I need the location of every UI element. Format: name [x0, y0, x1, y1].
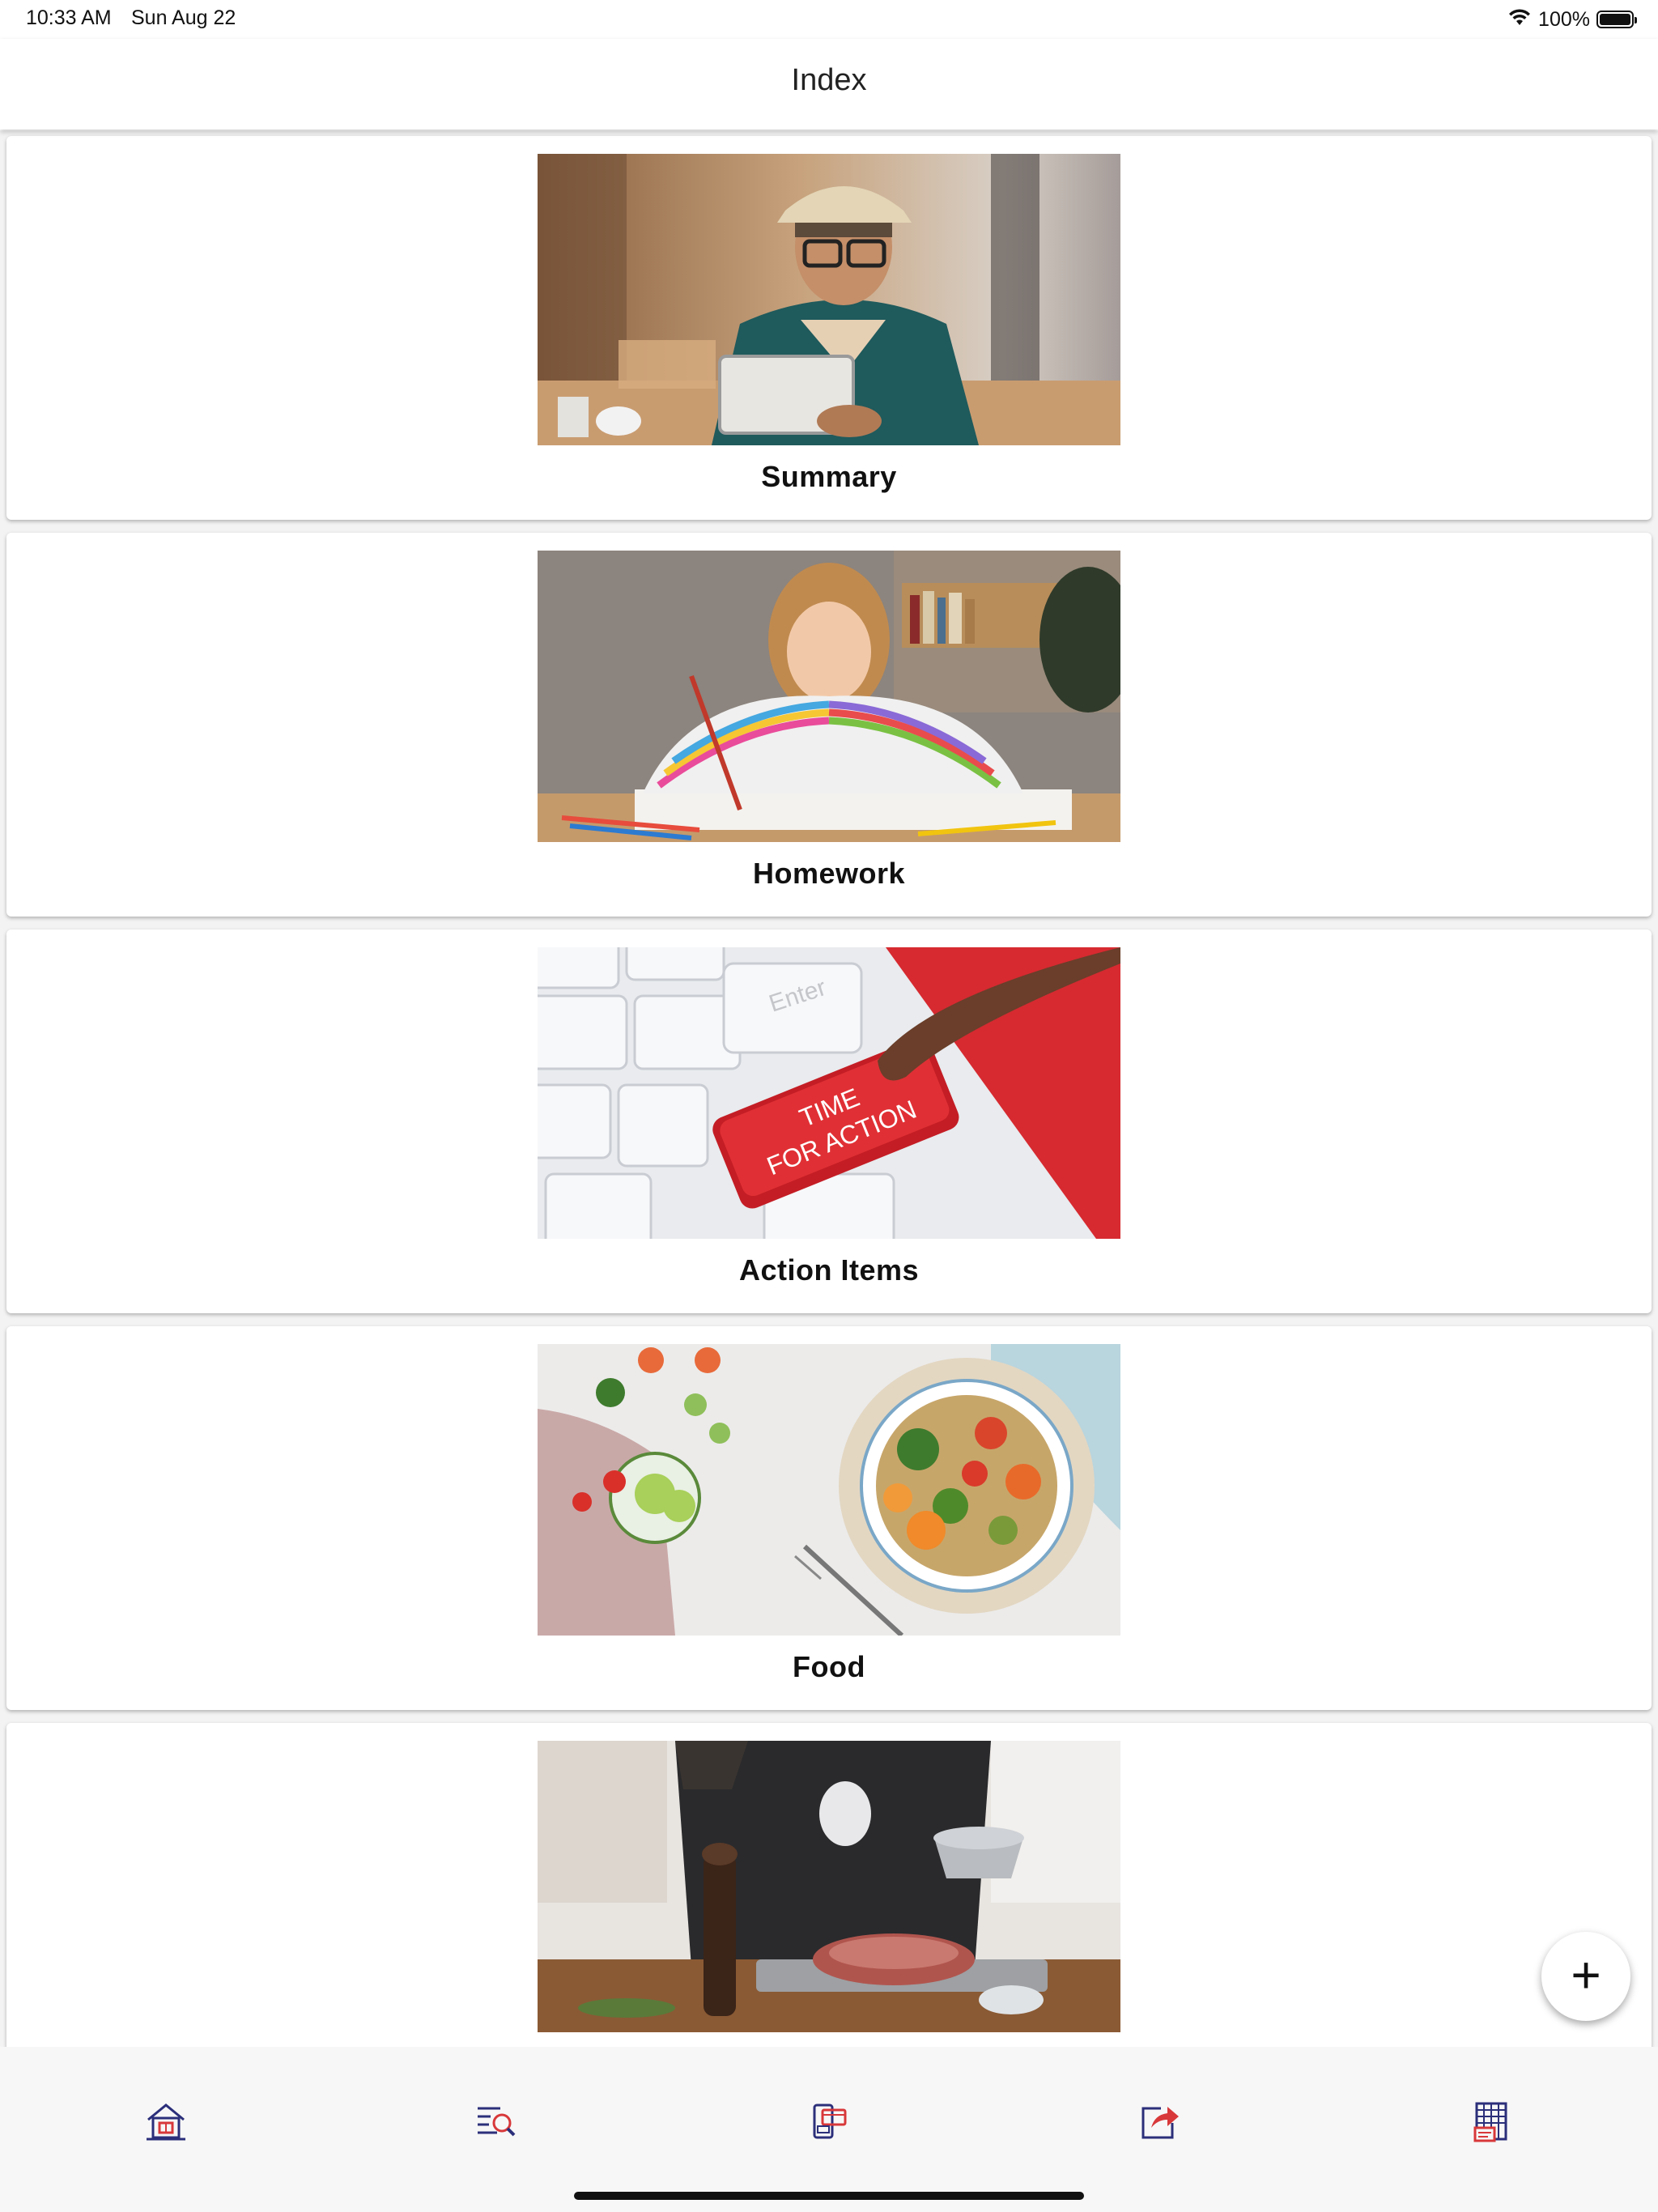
- page-title: Index: [791, 63, 867, 97]
- battery-icon: [1596, 11, 1637, 28]
- card-label: Summary: [761, 460, 897, 493]
- home-icon: [143, 2099, 189, 2148]
- status-bar: 10:33 AM Sun Aug 22 100%: [0, 0, 1658, 39]
- card-cooking[interactable]: [6, 1723, 1652, 2047]
- card-action-items[interactable]: Enter TIME FOR ACTION Action Items: [6, 929, 1652, 1313]
- card-label: Food: [793, 1650, 865, 1683]
- card-summary[interactable]: Summary: [6, 136, 1652, 520]
- man-with-tablet-photo: [538, 154, 1120, 445]
- tab-search[interactable]: [463, 2091, 528, 2155]
- chef-seasoning-meat-photo: [538, 1741, 1120, 2032]
- vegetable-bowl-photo: [538, 1344, 1120, 1636]
- plus-icon: +: [1571, 1946, 1601, 2004]
- wifi-icon: [1507, 7, 1532, 32]
- status-time: 10:33 AM: [26, 6, 112, 29]
- bottom-tab-bar: [0, 2047, 1658, 2212]
- tab-home[interactable]: [134, 2091, 198, 2155]
- battery-percent: 100%: [1538, 7, 1590, 31]
- card-label: Homework: [752, 857, 906, 890]
- home-indicator: [574, 2192, 1084, 2200]
- card-label: Action Items: [738, 1253, 920, 1287]
- tab-share[interactable]: [1127, 2091, 1192, 2155]
- spreadsheet-icon: [1469, 2099, 1514, 2148]
- share-icon: [1137, 2099, 1182, 2148]
- index-list[interactable]: Summary Homework Enter TIME FOR ACTION A…: [0, 131, 1658, 2047]
- card-food[interactable]: Food: [6, 1326, 1652, 1710]
- card-homework[interactable]: Homework: [6, 533, 1652, 917]
- add-button[interactable]: +: [1541, 1932, 1630, 2021]
- tab-spreadsheet[interactable]: [1459, 2091, 1524, 2155]
- nav-header: Index: [0, 39, 1658, 130]
- time-for-action-keyboard-photo: Enter TIME FOR ACTION: [538, 947, 1120, 1239]
- girl-drawing-photo: [538, 551, 1120, 842]
- status-date: Sun Aug 22: [131, 6, 236, 29]
- status-right: 100%: [1507, 6, 1637, 32]
- payment-icon: [806, 2099, 852, 2148]
- search-list-icon: [473, 2099, 518, 2148]
- tab-payment[interactable]: [797, 2091, 861, 2155]
